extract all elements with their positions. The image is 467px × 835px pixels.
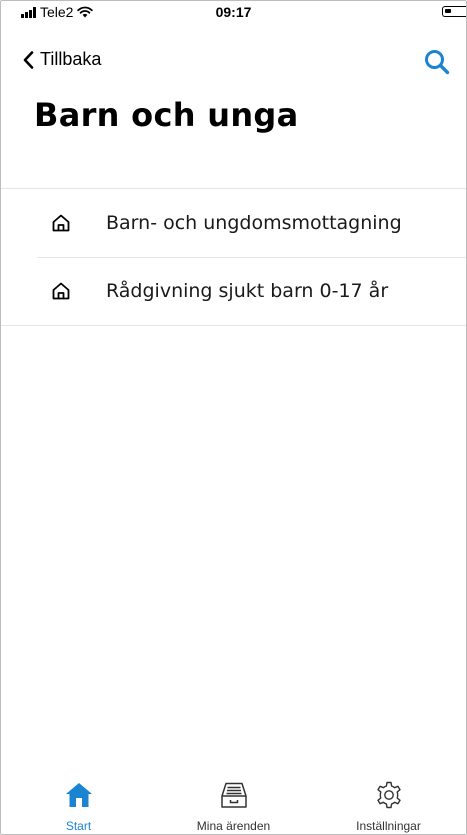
list-item-label: Barn- och ungdomsmottagning (106, 212, 402, 234)
home-icon (52, 214, 70, 232)
tab-bar: Start Mina ärenden Inställningar (1, 776, 466, 834)
back-button[interactable]: Tillbaka (23, 49, 101, 70)
list-item-barn-och-ungdomsmottagning[interactable]: Barn- och ungdomsmottagning (1, 189, 466, 257)
inbox-icon (220, 782, 247, 808)
list-item-radgivning-sjukt-barn[interactable]: Rådgivning sjukt barn 0-17 år (1, 257, 466, 325)
gear-icon (376, 781, 401, 809)
home-filled-icon (65, 783, 92, 807)
tab-start[interactable]: Start (1, 776, 156, 834)
tab-installningar[interactable]: Inställningar (311, 776, 466, 834)
list-item-label: Rådgivning sjukt barn 0-17 år (106, 280, 389, 302)
tab-mina-arenden[interactable]: Mina ärenden (156, 776, 311, 834)
chevron-left-icon (23, 50, 34, 69)
back-label: Tillbaka (40, 49, 102, 69)
tab-label: Inställningar (356, 819, 421, 833)
navigation-bar: Tillbaka (1, 41, 466, 81)
home-icon (52, 282, 70, 300)
tab-label: Mina ärenden (196, 819, 271, 833)
battery-icon (442, 6, 466, 17)
service-list: Barn- och ungdomsmottagning Rådgivning s… (1, 188, 466, 326)
search-icon[interactable] (422, 47, 452, 77)
app-screen: Tele2 09:17 Tillbaka Barn och unga Barn-… (0, 0, 467, 835)
status-time: 09:17 (215, 4, 252, 20)
page-title: Barn och unga (34, 96, 299, 134)
status-bar: Tele2 09:17 (1, 1, 466, 23)
tab-label: Start (65, 819, 92, 833)
